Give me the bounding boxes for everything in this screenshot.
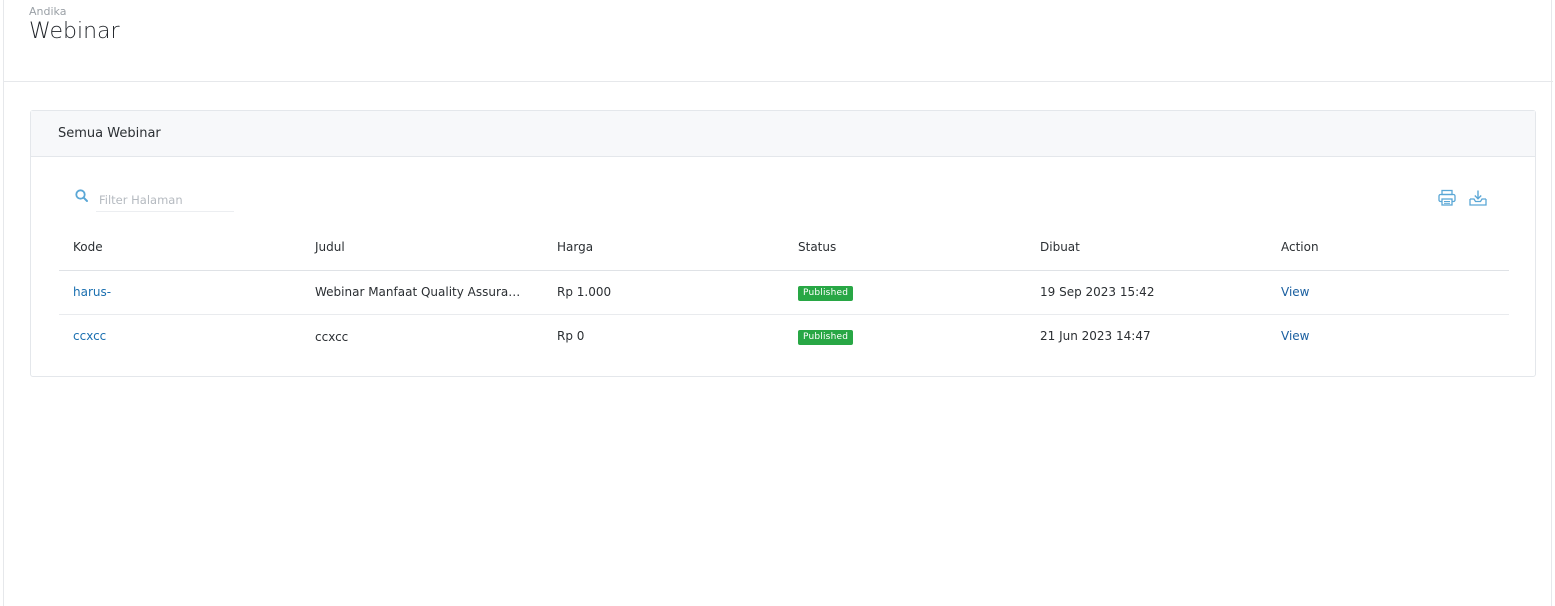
cell-judul: Webinar Manfaat Quality Assurance... (301, 270, 543, 315)
download-button[interactable] (1468, 189, 1488, 207)
table-row: harus- Webinar Manfaat Quality Assurance… (59, 270, 1509, 315)
cell-status: Published (784, 270, 1026, 315)
cell-action: View (1267, 314, 1509, 358)
search-icon (75, 189, 88, 202)
card-header: Semua Webinar (31, 111, 1535, 157)
page-header: Andika Webinar (4, 0, 1553, 82)
cell-harga: Rp 1.000 (543, 270, 784, 315)
judul-text: Webinar Manfaat Quality Assurance... (315, 285, 527, 300)
view-link[interactable]: View (1281, 329, 1309, 343)
download-icon (1469, 190, 1487, 206)
table-header-row: Kode Judul Harga Status Dibuat Action (59, 225, 1509, 271)
cell-status: Published (784, 314, 1026, 358)
cell-judul: ccxcc (301, 314, 543, 358)
column-header-judul[interactable]: Judul (301, 225, 543, 271)
page-title: Webinar (29, 19, 120, 44)
cell-dibuat: 19 Sep 2023 15:42 (1026, 270, 1267, 315)
table-row: ccxcc ccxcc Rp 0 Published 21 Jun 2023 1… (59, 314, 1509, 358)
cell-harga: Rp 0 (557, 329, 585, 344)
page-frame: Andika Webinar Semua Webinar Filter Hala… (3, 0, 1553, 606)
search-box (74, 188, 234, 212)
cell-dibuat: 21 Jun 2023 14:47 (1040, 329, 1151, 344)
printer-icon (1438, 189, 1456, 206)
card-title: Semua Webinar (58, 126, 161, 141)
cell-kode: ccxcc (59, 314, 301, 358)
column-header-action: Action (1267, 225, 1509, 271)
kode-link[interactable]: harus- (73, 285, 111, 299)
status-badge: Published (798, 285, 854, 301)
webinar-table: Kode Judul Harga Status Dibuat Action ha… (59, 225, 1509, 358)
judul-text: ccxcc (315, 329, 349, 344)
column-header-harga[interactable]: Harga (543, 225, 784, 271)
cell-action: View (1267, 270, 1509, 315)
webinar-card: Semua Webinar Filter Halaman Kode Judul … (30, 110, 1536, 377)
column-header-kode[interactable]: Kode (59, 225, 301, 271)
status-badge: Published (798, 329, 854, 345)
kode-link[interactable]: ccxcc (73, 329, 106, 343)
view-link[interactable]: View (1281, 285, 1309, 299)
column-header-dibuat[interactable]: Dibuat (1026, 225, 1267, 271)
search-input[interactable] (96, 188, 234, 212)
cell-kode: harus- (59, 270, 301, 315)
print-button[interactable] (1437, 189, 1457, 207)
breadcrumb[interactable]: Andika (29, 5, 66, 19)
column-header-status[interactable]: Status (784, 225, 1026, 271)
